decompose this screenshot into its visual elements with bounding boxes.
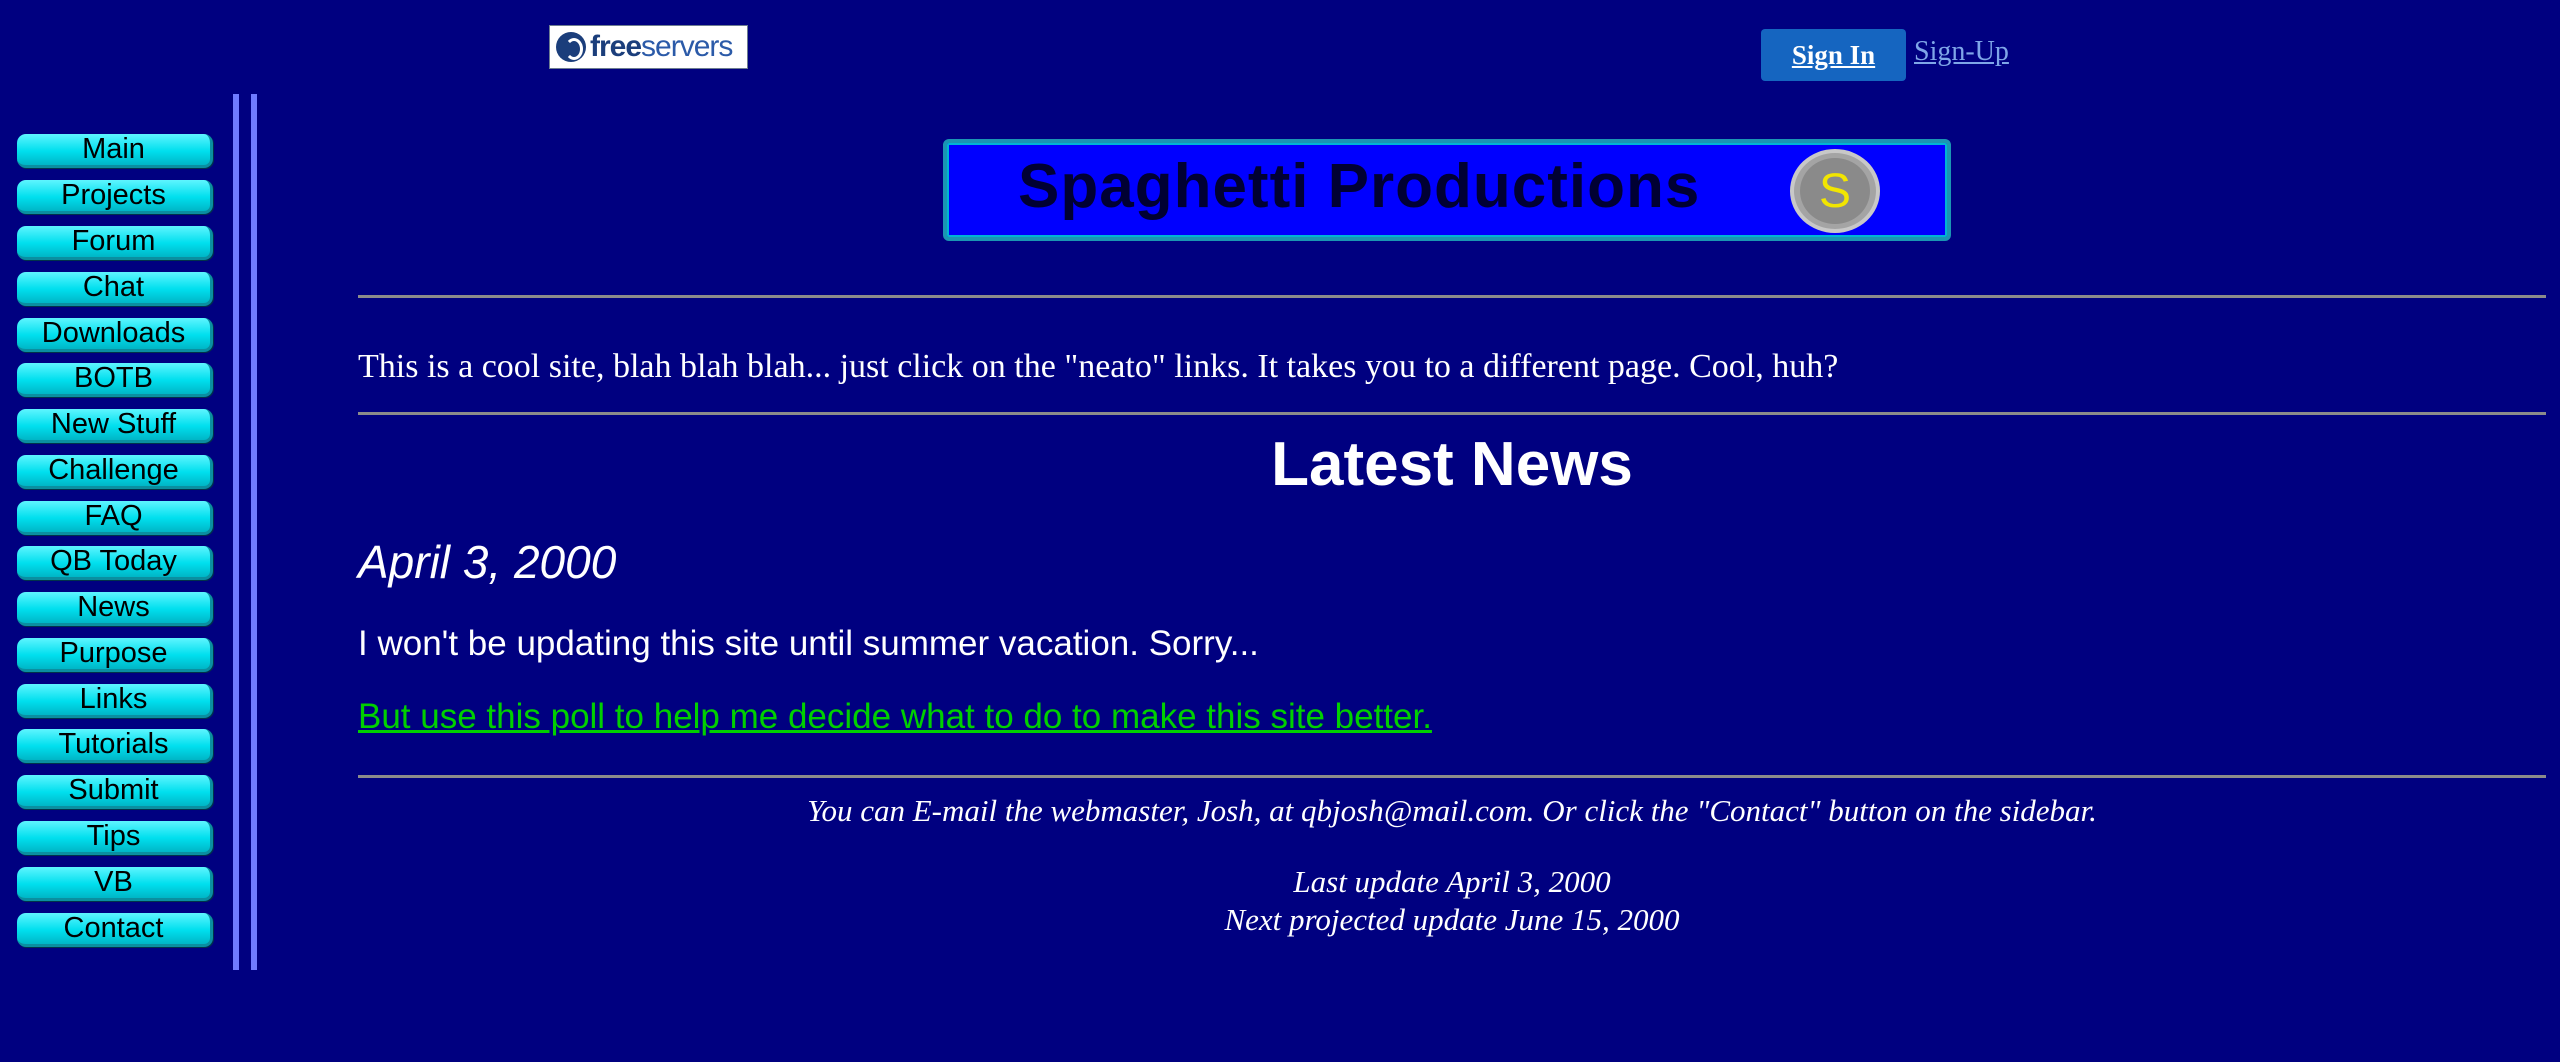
sidebar-item-tutorials[interactable]: Tutorials (17, 729, 213, 763)
banner-logo-icon: S (1790, 149, 1880, 233)
poll-link[interactable]: But use this poll to help me decide what… (358, 697, 1432, 737)
sidebar-item-vb[interactable]: VB (17, 867, 213, 901)
sidebar-item-submit[interactable]: Submit (17, 775, 213, 809)
sidebar-divider (251, 94, 257, 970)
freeservers-swirl-icon (556, 32, 586, 62)
banner-logo-letter: S (1800, 158, 1870, 224)
divider (358, 295, 2546, 298)
sidebar-item-projects[interactable]: Projects (17, 180, 213, 214)
divider (358, 775, 2546, 778)
footer-last-update: Last update April 3, 2000 (1293, 864, 1611, 899)
sign-up-link[interactable]: Sign-Up (1914, 36, 2009, 68)
site-banner: Spaghetti Productions S (943, 139, 1951, 241)
footer-contact: You can E-mail the webmaster, Josh, at q… (807, 793, 2097, 828)
sidebar-item-links[interactable]: Links (17, 684, 213, 718)
divider (358, 412, 2546, 415)
sidebar-item-purpose[interactable]: Purpose (17, 638, 213, 672)
sidebar-item-faq[interactable]: FAQ (17, 501, 213, 535)
sidebar-item-main[interactable]: Main (17, 134, 213, 168)
sidebar-item-downloads[interactable]: Downloads (17, 318, 213, 352)
sidebar-item-chat[interactable]: Chat (17, 272, 213, 306)
sign-in-button[interactable]: Sign In (1761, 29, 1906, 81)
sidebar-divider (233, 94, 239, 970)
sidebar-item-tips[interactable]: Tips (17, 821, 213, 855)
news-date: April 3, 2000 (358, 536, 617, 588)
sidebar-item-contact[interactable]: Contact (17, 913, 213, 947)
news-body: I won't be updating this site until summ… (358, 624, 1259, 663)
sidebar-item-challenge[interactable]: Challenge (17, 455, 213, 489)
intro-text: This is a cool site, blah blah blah... j… (358, 348, 1839, 385)
host-logo-text: servers (641, 30, 733, 63)
footer-next-update: Next projected update June 15, 2000 (1224, 902, 1680, 937)
host-logo-bold: free (590, 30, 642, 63)
sidebar-item-qb-today[interactable]: QB Today (17, 546, 213, 580)
news-heading: Latest News (1271, 430, 1633, 499)
banner-title: Spaghetti Productions (1018, 152, 1701, 221)
sidebar-item-news[interactable]: News (17, 592, 213, 626)
sidebar-item-new-stuff[interactable]: New Stuff (17, 409, 213, 443)
sidebar-item-botb[interactable]: BOTB (17, 363, 213, 397)
sidebar-item-forum[interactable]: Forum (17, 226, 213, 260)
freeservers-logo[interactable]: freeservers (549, 25, 748, 69)
page: freeservers Sign In Sign-Up Main Project… (0, 0, 2560, 1062)
